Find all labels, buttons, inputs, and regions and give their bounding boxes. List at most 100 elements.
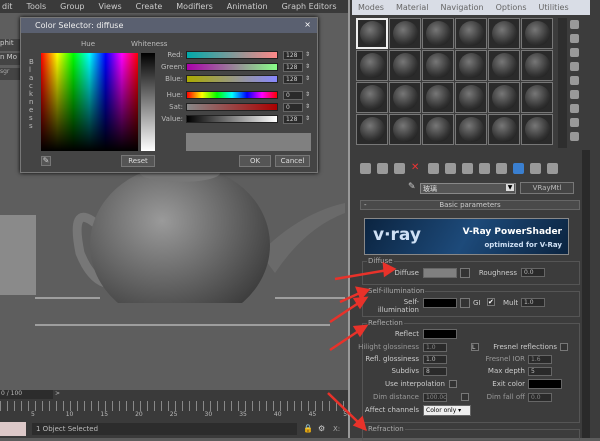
go-to-parent-icon[interactable] bbox=[530, 163, 541, 174]
material-sample-slot[interactable] bbox=[488, 82, 520, 113]
channel-slider[interactable] bbox=[186, 103, 278, 111]
channel-slider[interactable] bbox=[186, 63, 278, 71]
slots-scrollbar[interactable] bbox=[558, 18, 567, 148]
diffuse-color-swatch[interactable] bbox=[423, 268, 457, 278]
menu-edit[interactable]: dit bbox=[2, 2, 12, 11]
fresnel-ior-input[interactable]: 1.6 bbox=[528, 355, 552, 364]
sample-type-icon[interactable] bbox=[570, 20, 579, 29]
make-unique-icon[interactable] bbox=[445, 163, 456, 174]
material-sample-slot[interactable] bbox=[422, 18, 454, 49]
fresnel-reflections-checkbox[interactable] bbox=[560, 343, 568, 351]
go-forward-icon[interactable] bbox=[547, 163, 558, 174]
dim-distance-input[interactable]: 100.0c bbox=[423, 393, 447, 402]
menu-views[interactable]: Views bbox=[99, 2, 122, 11]
show-end-result-icon[interactable] bbox=[513, 163, 524, 174]
material-sample-slot[interactable] bbox=[389, 50, 421, 81]
channel-value[interactable]: 128 bbox=[283, 75, 303, 84]
material-sample-slot[interactable] bbox=[455, 114, 487, 145]
cancel-button[interactable]: Cancel bbox=[275, 155, 310, 167]
menu-group[interactable]: Group bbox=[60, 2, 84, 11]
copy-material-icon[interactable] bbox=[428, 163, 439, 174]
material-sample-slot[interactable] bbox=[422, 82, 454, 113]
material-sample-slot[interactable] bbox=[521, 18, 553, 49]
spinner-icon[interactable]: ⇕ bbox=[305, 115, 310, 122]
material-sample-slot[interactable] bbox=[488, 50, 520, 81]
channel-slider[interactable] bbox=[186, 115, 278, 123]
close-icon[interactable]: × bbox=[304, 20, 311, 29]
dim-distance-checkbox[interactable] bbox=[461, 393, 469, 401]
material-sample-slot[interactable] bbox=[455, 18, 487, 49]
channel-slider[interactable] bbox=[186, 75, 278, 83]
eyedropper-icon[interactable]: ✎ bbox=[41, 156, 51, 166]
diffuse-map-button[interactable] bbox=[460, 268, 470, 278]
refl-glossiness-input[interactable]: 1.0 bbox=[423, 355, 447, 364]
spinner-icon[interactable]: ⇕ bbox=[305, 51, 310, 58]
material-sample-slot[interactable] bbox=[356, 114, 388, 145]
select-by-material-icon[interactable] bbox=[570, 118, 579, 127]
menu-navigation[interactable]: Navigation bbox=[440, 3, 483, 12]
material-sample-slot[interactable] bbox=[521, 50, 553, 81]
subdivs-input[interactable]: 8 bbox=[423, 367, 447, 376]
next-frame-icon[interactable]: > bbox=[55, 390, 63, 399]
hue-blackness-spectrum[interactable] bbox=[41, 53, 138, 151]
put-to-scene-icon[interactable] bbox=[377, 163, 388, 174]
track-bar[interactable] bbox=[0, 401, 348, 411]
params-scrollbar[interactable] bbox=[582, 150, 590, 438]
material-sample-slot[interactable] bbox=[356, 18, 388, 49]
chevron-down-icon[interactable]: ▼ bbox=[506, 184, 514, 191]
show-map-icon[interactable] bbox=[496, 163, 507, 174]
menu-create[interactable]: Create bbox=[136, 2, 163, 11]
material-sample-slot[interactable] bbox=[389, 114, 421, 145]
self-illumination-color-swatch[interactable] bbox=[423, 298, 457, 308]
material-sample-slot[interactable] bbox=[389, 18, 421, 49]
material-type-button[interactable]: VRayMtl bbox=[520, 182, 574, 194]
menu-modes[interactable]: Modes bbox=[358, 3, 384, 12]
channel-value[interactable]: 128 bbox=[283, 51, 303, 60]
channel-slider[interactable] bbox=[186, 91, 278, 99]
material-sample-slot[interactable] bbox=[488, 114, 520, 145]
lock-icon[interactable]: 🔒 bbox=[303, 424, 313, 433]
maxscript-listener[interactable] bbox=[0, 422, 26, 436]
material-name-field[interactable]: 玻璃▼ bbox=[420, 183, 516, 194]
gi-checkbox[interactable]: ✔ bbox=[487, 298, 495, 306]
background-icon[interactable] bbox=[570, 48, 579, 57]
channel-value[interactable]: 0 bbox=[283, 91, 303, 100]
menu-tools[interactable]: Tools bbox=[26, 2, 46, 11]
material-navigator-icon[interactable] bbox=[570, 132, 579, 141]
get-material-icon[interactable] bbox=[360, 163, 371, 174]
self-illumination-map-button[interactable] bbox=[460, 298, 470, 308]
reflect-color-swatch[interactable] bbox=[423, 329, 457, 339]
reset-button[interactable]: Reset bbox=[121, 155, 155, 167]
menu-options[interactable]: Options bbox=[496, 3, 527, 12]
exit-color-swatch[interactable] bbox=[528, 379, 562, 389]
spinner-icon[interactable]: ⇕ bbox=[305, 91, 310, 98]
material-sample-slot[interactable] bbox=[521, 82, 553, 113]
material-sample-slot[interactable] bbox=[422, 114, 454, 145]
menu-graph-editors[interactable]: Graph Editors bbox=[282, 2, 337, 11]
material-sample-slot[interactable] bbox=[488, 18, 520, 49]
whiteness-bar[interactable] bbox=[141, 53, 155, 151]
mult-input[interactable]: 1.0 bbox=[521, 298, 545, 307]
pick-material-eyedropper-icon[interactable]: ✎ bbox=[408, 182, 416, 192]
menu-modifiers[interactable]: Modifiers bbox=[176, 2, 213, 11]
hilight-glossiness-input[interactable]: 1.0 bbox=[423, 343, 447, 352]
material-sample-slot[interactable] bbox=[455, 50, 487, 81]
channel-value[interactable]: 128 bbox=[283, 63, 303, 72]
options-icon[interactable] bbox=[570, 104, 579, 113]
basic-parameters-rollout[interactable]: -Basic parameters bbox=[360, 200, 580, 210]
affect-channels-dropdown[interactable]: Color only ▾ bbox=[423, 405, 471, 416]
roughness-input[interactable]: 0.0 bbox=[521, 268, 545, 277]
channel-slider[interactable] bbox=[186, 51, 278, 59]
dim-falloff-input[interactable]: 0.0 bbox=[528, 393, 552, 402]
channel-value[interactable]: 0 bbox=[283, 103, 303, 112]
material-sample-slot[interactable] bbox=[521, 114, 553, 145]
delete-icon[interactable]: ✕ bbox=[411, 163, 422, 174]
video-color-check-icon[interactable] bbox=[570, 76, 579, 85]
backlight-icon[interactable] bbox=[570, 34, 579, 43]
menu-animation[interactable]: Animation bbox=[227, 2, 268, 11]
spinner-icon[interactable]: ⇕ bbox=[305, 103, 310, 110]
material-sample-slot[interactable] bbox=[455, 82, 487, 113]
spinner-icon[interactable]: ⇕ bbox=[305, 63, 310, 70]
channel-value[interactable]: 128 bbox=[283, 115, 303, 124]
put-to-library-icon[interactable] bbox=[462, 163, 473, 174]
